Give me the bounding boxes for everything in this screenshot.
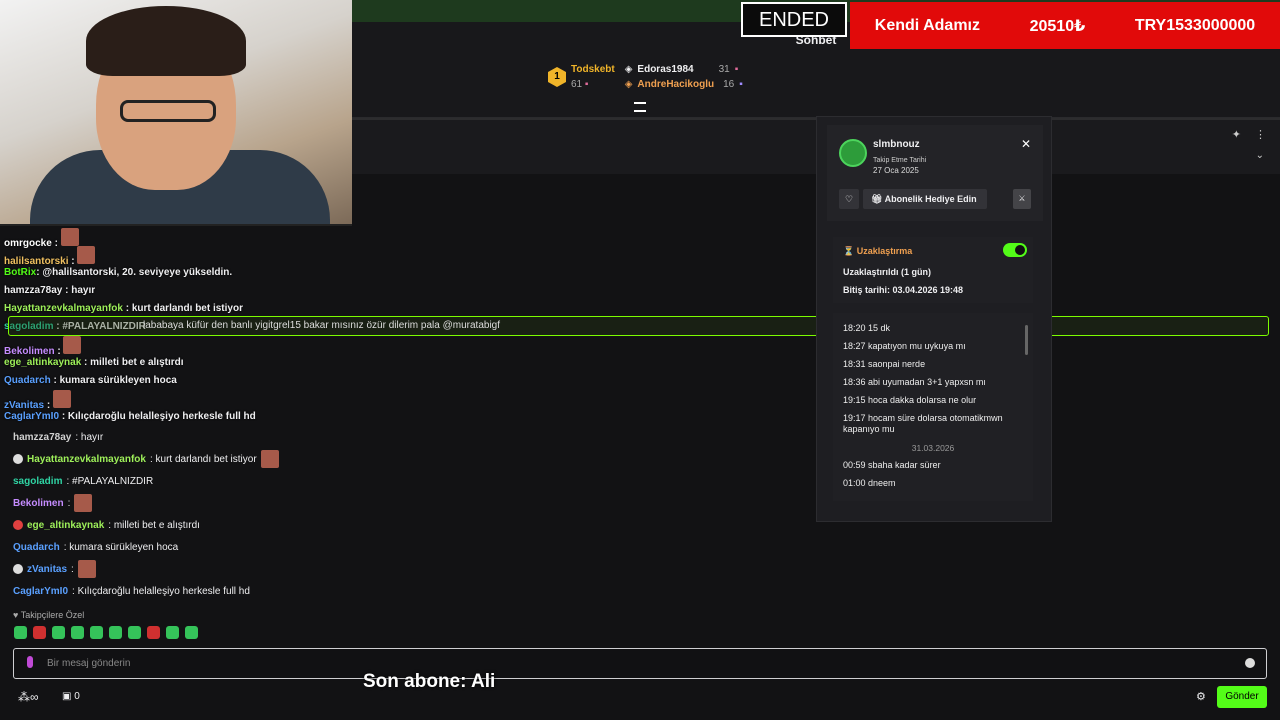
history-line: 18:20 15 dk — [843, 323, 891, 333]
emote — [74, 494, 93, 512]
timeout-toggle[interactable] — [1003, 243, 1027, 257]
gift-sub-button[interactable]: 🎁︎ Abonelik Hediye Edin — [863, 189, 987, 209]
ended-badge: ENDED — [741, 2, 847, 37]
overlay-chat-line: omrgocke : — [0, 228, 360, 249]
follow-label: Takip Etme Tarihi — [873, 157, 927, 164]
emote-icon[interactable] — [147, 626, 160, 639]
chat-message[interactable]: zVanitas: — [8, 558, 808, 580]
overlay-chat-line: zVanitas : — [0, 390, 360, 411]
history-line: 00:59 sbaha kadar sürer — [843, 460, 941, 470]
chat-message[interactable]: Hayattanzevkalmayanfok: kurt darlandı be… — [8, 448, 808, 470]
overlay-chat-line: Bekolimen : — [0, 336, 360, 357]
avatar — [839, 139, 867, 167]
overlay-chat-line: BotRix: @halilsantorski, 20. seviyeye yü… — [4, 267, 233, 278]
chat-message[interactable]: ege_altinkaynak: milleti bet e alıştırdı — [8, 514, 808, 536]
chat-footer: ⁂∞ ▣ 0 ⚙ Gönder — [0, 684, 1280, 720]
scrollbar[interactable] — [1025, 325, 1028, 355]
avatar — [260, 450, 279, 468]
webcam-feed — [0, 0, 352, 226]
chat-message[interactable]: sagoladim: #PALAYALNIZDIR — [8, 470, 808, 492]
emote — [77, 560, 96, 578]
chat-message[interactable]: CaglarYmI0: Kılıçdaroğlu helalleşiyo her… — [8, 580, 808, 602]
emote-icon[interactable] — [109, 626, 122, 639]
timeout-panel: ⏳ Uzaklaştırma Uzaklaştırıldı (1 gün) Bi… — [833, 237, 1033, 303]
pin-icon[interactable]: ✦ — [1232, 128, 1241, 141]
ticker-amount: 20510₺ — [1029, 17, 1086, 35]
send-button[interactable]: Gönder — [1217, 686, 1267, 708]
stream-page: Sohbet 1 Todskebt 61 ▪ ◈ Edoras1984 31 ▪ … — [0, 0, 1280, 720]
overlay-chat-line: CaglarYmI0 : Kılıçdaroğlu helalleşiyo he… — [4, 411, 256, 422]
gear-icon[interactable]: ⚙ — [1196, 690, 1206, 703]
emote-icon[interactable] — [14, 626, 27, 639]
overlay-chat-line: Quadarch : kumara sürükleyen hoca — [4, 375, 177, 386]
follow-button[interactable]: ♡ — [839, 189, 859, 209]
emote-icon[interactable] — [166, 626, 179, 639]
mic-icon[interactable] — [27, 656, 33, 668]
chat-message[interactable]: hamzza78ay: hayır — [8, 426, 808, 448]
timeout-status: Uzaklaştırıldı (1 gün) — [843, 267, 932, 277]
emote-bar — [14, 626, 198, 639]
leaders-list: ◈ Edoras1984 31 ▪ ◈ AndreHacikoglu 16 ▪ — [625, 64, 743, 90]
emote-icon[interactable] — [71, 626, 84, 639]
community-icon[interactable]: ⁂∞ — [18, 690, 39, 704]
rank-badge: 1 — [548, 67, 566, 87]
card-username[interactable]: slmbnouz — [873, 139, 920, 150]
chat-message[interactable]: Quadarch: kumara sürükleyen hoca — [8, 536, 808, 558]
emote-icon[interactable] — [128, 626, 141, 639]
history-line: 18:31 saonpai nerde — [843, 359, 926, 369]
expand-menu-icon[interactable] — [634, 102, 646, 112]
leader-name: Todskebt — [571, 64, 615, 75]
leader-count: 16 — [723, 79, 735, 90]
history-line: 18:27 kapatıyon mu uykuya mı — [843, 341, 966, 351]
chevron-down-icon[interactable]: ⌄ — [1256, 150, 1264, 161]
leader-1[interactable]: 1 Todskebt 61 ▪ — [548, 64, 615, 90]
emote-icon[interactable] — [33, 626, 46, 639]
overlay-chat-line: hamzza78ay : hayır — [4, 285, 96, 296]
history-line: 18:36 abi uyumadan 3+1 yapxsn mı — [843, 377, 986, 387]
badge-icon — [13, 454, 23, 464]
leader-name: AndreHacikoglu — [637, 79, 715, 90]
close-icon[interactable]: ✕ — [1021, 137, 1031, 151]
history-line: 19:17 hocam süre dolarsa otomatikmwn kap… — [843, 413, 1003, 434]
emoji-icon[interactable] — [1245, 658, 1255, 668]
more-icon[interactable]: ⋮ — [1255, 128, 1266, 141]
ticker-total: TRY1533000000 — [1134, 16, 1256, 34]
leader-3[interactable]: ◈ AndreHacikoglu 16 ▪ — [625, 79, 743, 90]
timeout-expiry: Bitiş tarihi: 03.04.2026 19:48 — [843, 285, 964, 295]
follow-date: 27 Oca 2025 — [873, 166, 919, 175]
gift-icon: 🎁︎ — [871, 194, 883, 204]
chat-list: hamzza78ay: hayır Hayattanzevkalmayanfok… — [8, 426, 808, 602]
ticker-text: Kendi Adamız — [874, 16, 980, 34]
highlighted-message: lababaya küfür den banlı yigitgrel15 bak… — [8, 316, 1269, 336]
message-input[interactable]: Bir mesaj gönderin — [13, 648, 1267, 679]
follower-only-label: ♥ Takipçilere Özel — [13, 610, 85, 620]
shield-icon: ◈ — [624, 79, 633, 90]
user-card: slmbnouz Takip Etme Tarihi 27 Oca 2025 ✕… — [816, 116, 1052, 522]
shield-icon: ◈ — [624, 64, 633, 75]
overlay-chat-line: ege_altinkaynak : milleti bet e alıştırd… — [4, 357, 184, 368]
leader-count: 61 ▪ — [571, 79, 589, 90]
ticker-bar: Kendi Adamız 20510₺ TRY1533000000 — [850, 2, 1280, 49]
leader-count: 31 — [718, 64, 730, 75]
chat-message[interactable]: Bekolimen: — [8, 492, 808, 514]
leader-2[interactable]: ◈ Edoras1984 31 ▪ — [625, 64, 743, 75]
leaderboard: 1 Todskebt 61 ▪ ◈ Edoras1984 31 ▪ ◈ Andre… — [548, 64, 743, 90]
subscriber-overlay: Son abone: Ali — [363, 671, 496, 692]
mod-action-button[interactable]: ⚔ — [1013, 189, 1031, 209]
overlay-chat-line: halilsantorski : — [0, 246, 360, 267]
history-line: 01:00 dneem — [843, 478, 896, 488]
timeout-title: ⏳ Uzaklaştırma — [843, 246, 913, 256]
leader-name: Edoras1984 — [637, 64, 694, 75]
badge-icon — [13, 564, 23, 574]
emote-icon[interactable] — [90, 626, 103, 639]
history-line: 19:15 hoca dakka dolarsa ne olur — [843, 395, 977, 405]
emote-icon[interactable] — [185, 626, 198, 639]
emote-icon[interactable] — [52, 626, 65, 639]
date-separator: 31.03.2026 — [911, 443, 955, 453]
badge-icon — [13, 520, 23, 530]
gift-count[interactable]: ▣ 0 — [62, 691, 80, 702]
message-history[interactable]: 18:20 15 dk 18:27 kapatıyon mu uykuya mı… — [833, 313, 1033, 501]
